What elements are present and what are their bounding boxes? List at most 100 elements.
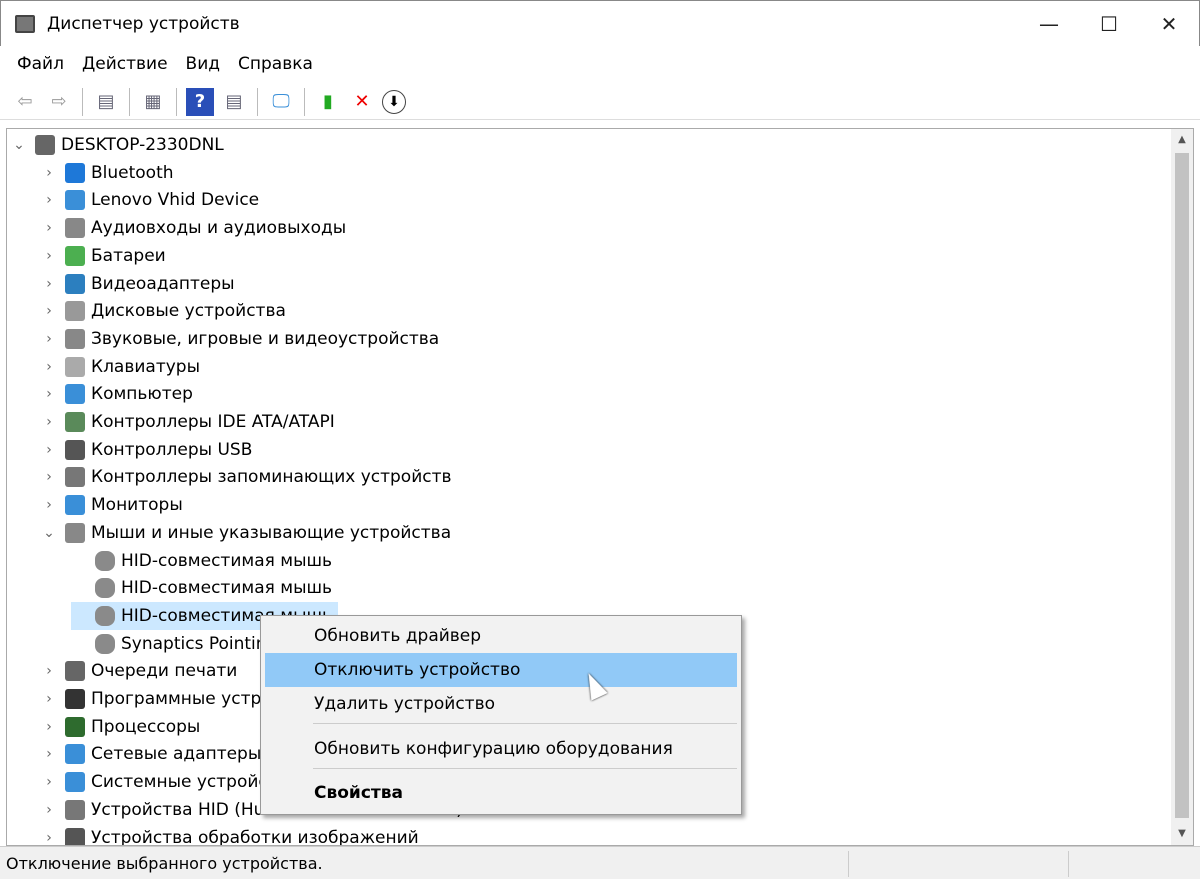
- scan-hardware-icon[interactable]: 🖵: [267, 88, 295, 116]
- device-category-icon: [65, 799, 85, 820]
- tree-item-label: DESKTOP-2330DNL: [61, 135, 224, 155]
- device-category-icon: [95, 578, 115, 599]
- expand-chevron-icon[interactable]: ›: [41, 802, 57, 818]
- maximize-button[interactable]: ☐: [1079, 1, 1139, 47]
- tree-item-label: Батареи: [91, 245, 166, 266]
- device-category-icon: [65, 744, 85, 765]
- expand-chevron-icon[interactable]: ›: [41, 276, 57, 292]
- menu-action[interactable]: Действие: [73, 54, 177, 74]
- tree-child-item[interactable]: HID-совместимая мышь: [71, 574, 332, 602]
- context-menu-item[interactable]: Удалить устройство: [265, 687, 737, 721]
- tree-item-label: HID-совместимая мышь: [121, 578, 333, 599]
- properties-icon[interactable]: ▦: [139, 88, 167, 116]
- tree-item[interactable]: › Батареи: [41, 242, 166, 270]
- update-driver-icon[interactable]: ▮: [314, 88, 342, 116]
- menu-separator: [313, 723, 737, 724]
- tree-item[interactable]: › Видеоадаптеры: [41, 270, 235, 298]
- expand-chevron-icon[interactable]: ›: [41, 248, 57, 264]
- context-menu-item[interactable]: Обновить конфигурацию оборудования: [265, 732, 737, 766]
- collapse-chevron-icon[interactable]: ⌄: [11, 137, 27, 153]
- context-menu-item[interactable]: Отключить устройство: [265, 653, 737, 687]
- expand-chevron-icon[interactable]: ›: [41, 663, 57, 679]
- console-tree-icon[interactable]: ▤: [92, 88, 120, 116]
- close-button[interactable]: ✕: [1139, 1, 1199, 47]
- toolbar-separator: [82, 87, 83, 116]
- tree-item[interactable]: › Сетевые адаптеры: [41, 740, 261, 768]
- minimize-button[interactable]: —: [1019, 1, 1079, 47]
- device-category-icon: [35, 135, 55, 155]
- tree-item-label: Lenovo Vhid Device: [91, 190, 260, 211]
- menu-bar: Файл Действие Вид Справка: [0, 46, 1200, 82]
- device-category-icon: [65, 689, 85, 709]
- device-category-icon: [65, 827, 85, 845]
- expand-chevron-icon[interactable]: ›: [41, 691, 57, 707]
- help-icon[interactable]: ?: [186, 87, 214, 116]
- status-cell: [1068, 851, 1069, 877]
- expand-chevron-icon[interactable]: ›: [41, 303, 57, 319]
- collapse-chevron-icon[interactable]: ⌄: [41, 525, 57, 541]
- device-category-icon: [95, 605, 115, 626]
- disable-device-icon[interactable]: ⬇: [382, 89, 406, 114]
- tree-item-label: Контроллеры IDE ATA/ATAPI: [91, 412, 335, 432]
- tree-item[interactable]: › Bluetooth: [41, 159, 174, 187]
- tree-item[interactable]: › Клавиатуры: [41, 353, 200, 381]
- device-category-icon: [65, 439, 85, 460]
- device-category-icon: [65, 384, 85, 405]
- context-menu-item[interactable]: Свойства: [265, 776, 737, 810]
- menu-file[interactable]: Файл: [8, 54, 73, 74]
- scroll-up-icon[interactable]: ▲: [1171, 129, 1193, 151]
- tree-item[interactable]: ⌄ Мыши и иные указывающие устройства: [41, 519, 451, 547]
- tree-item[interactable]: › Компьютер: [41, 380, 193, 408]
- tree-item[interactable]: › Контроллеры IDE ATA/ATAPI: [41, 408, 335, 436]
- expand-chevron-icon[interactable]: ›: [41, 497, 57, 513]
- expand-chevron-icon[interactable]: ›: [41, 192, 57, 208]
- toolbar-separator: [129, 87, 130, 116]
- context-menu-item[interactable]: Обновить драйвер: [265, 619, 737, 653]
- menu-separator: [313, 768, 737, 769]
- tree-item[interactable]: › Контроллеры USB: [41, 436, 252, 464]
- tree-item[interactable]: › Аудиовходы и аудиовыходы: [41, 214, 346, 242]
- tree-item[interactable]: › Очереди печати: [41, 657, 237, 685]
- device-category-icon: [65, 245, 85, 266]
- tree-item[interactable]: › Устройства обработки изображений: [41, 824, 419, 846]
- tree-item[interactable]: › Процессоры: [41, 713, 200, 741]
- vertical-scrollbar[interactable]: ▲ ▼: [1171, 129, 1193, 845]
- scroll-down-icon[interactable]: ▼: [1171, 823, 1193, 845]
- tree-item-label: Мыши и иные указывающие устройства: [91, 522, 452, 543]
- expand-chevron-icon[interactable]: ›: [41, 220, 57, 236]
- forward-arrow-icon[interactable]: ⇨: [45, 88, 73, 116]
- expand-chevron-icon[interactable]: ›: [41, 774, 57, 790]
- tree-item[interactable]: › Контроллеры запоминающих устройств: [41, 463, 452, 491]
- toolbar-separator: [176, 87, 177, 116]
- device-category-icon: [65, 356, 85, 377]
- expand-chevron-icon[interactable]: ›: [41, 746, 57, 762]
- expand-chevron-icon[interactable]: ›: [41, 830, 57, 846]
- uninstall-icon[interactable]: ✕: [348, 88, 376, 116]
- expand-chevron-icon[interactable]: ›: [41, 165, 57, 181]
- tree-item-label: Сетевые адаптеры: [91, 744, 262, 765]
- back-arrow-icon[interactable]: ⇦: [11, 88, 39, 116]
- tree-root[interactable]: ⌄ DESKTOP-2330DNL: [11, 131, 224, 159]
- menu-help[interactable]: Справка: [229, 54, 322, 74]
- tree-item[interactable]: › Lenovo Vhid Device: [41, 186, 259, 214]
- expand-chevron-icon[interactable]: ›: [41, 359, 57, 375]
- scroll-thumb[interactable]: [1175, 153, 1189, 818]
- tree-item[interactable]: › Дисковые устройства: [41, 297, 286, 325]
- expand-chevron-icon[interactable]: ›: [41, 469, 57, 485]
- action-pane-icon[interactable]: ▤: [220, 88, 248, 116]
- tree-item[interactable]: › Звуковые, игровые и видеоустройства: [41, 325, 439, 353]
- device-category-icon: [65, 716, 85, 737]
- expand-chevron-icon[interactable]: ›: [41, 719, 57, 735]
- tree-child-item[interactable]: HID-совместимая мышь: [71, 547, 332, 575]
- device-category-icon: [65, 162, 85, 183]
- device-category-icon: [95, 633, 115, 654]
- menu-view[interactable]: Вид: [177, 54, 229, 74]
- tree-item-label: Контроллеры USB: [91, 439, 253, 460]
- tree-item-label: Дисковые устройства: [91, 301, 286, 322]
- expand-chevron-icon[interactable]: ›: [41, 414, 57, 430]
- tree-item[interactable]: › Мониторы: [41, 491, 183, 519]
- device-category-icon: [65, 328, 85, 349]
- expand-chevron-icon[interactable]: ›: [41, 331, 57, 347]
- expand-chevron-icon[interactable]: ›: [41, 386, 57, 402]
- expand-chevron-icon[interactable]: ›: [41, 442, 57, 458]
